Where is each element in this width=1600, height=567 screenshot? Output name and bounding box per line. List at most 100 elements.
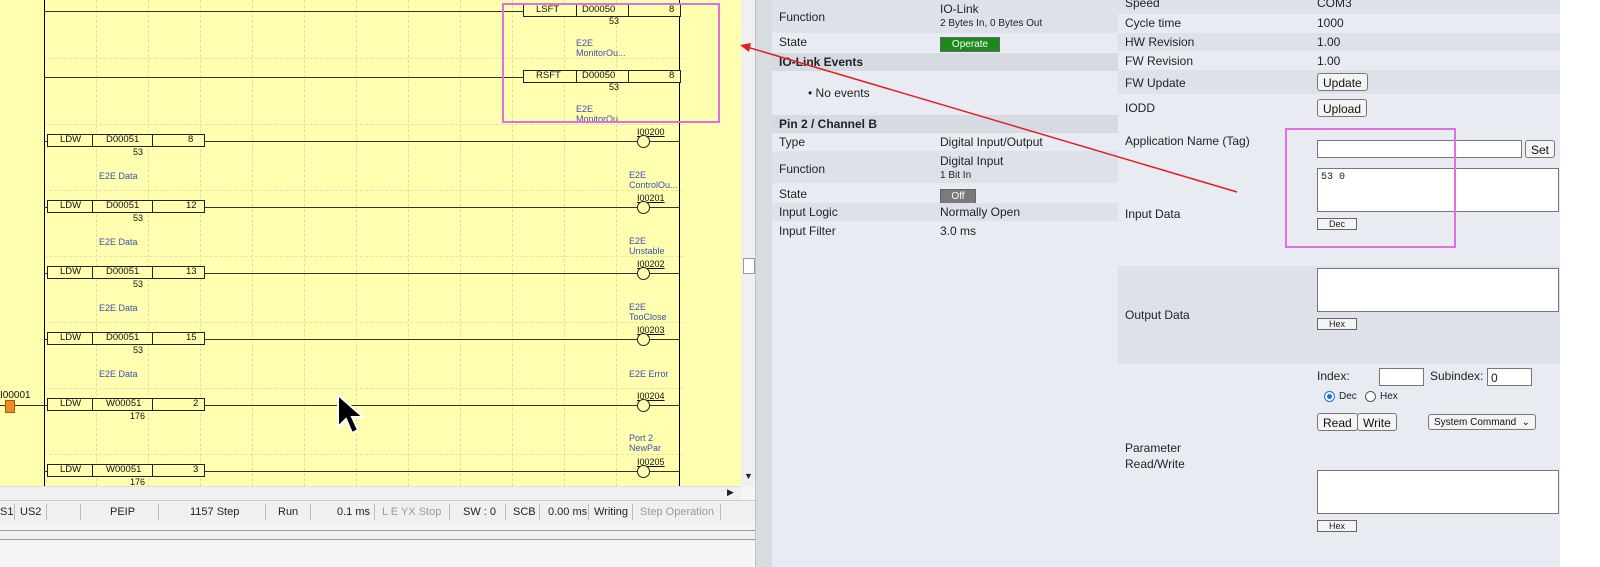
output-coil[interactable] xyxy=(637,399,650,412)
speed-label: Speed xyxy=(1125,0,1160,10)
ldw-instruction[interactable]: LDW D00051 8 xyxy=(47,134,205,147)
type-label: Type xyxy=(779,135,806,149)
ladder-canvas[interactable]: LSFT D00050 8 53 E2E MonitorOu... RSFT D… xyxy=(0,0,755,486)
input-filter-label: Input Filter xyxy=(779,224,836,238)
system-command-select[interactable]: System Command ⌄ xyxy=(1428,414,1536,430)
status-us2: US2 xyxy=(20,506,42,518)
output-coil[interactable] xyxy=(637,333,650,346)
hex-radio-label: Hex xyxy=(1380,391,1398,402)
status-scb: SCB xyxy=(513,506,536,518)
cycle-time-label: Cycle time xyxy=(1125,16,1182,30)
scroll-down-icon[interactable]: ▼ xyxy=(744,471,753,481)
coil-comment: TooClose xyxy=(629,312,667,322)
function-label: Function xyxy=(779,162,826,176)
index-label: Index: xyxy=(1317,369,1350,383)
instruction-sub-value: 53 xyxy=(133,345,144,355)
pin2-channel-b-header: Pin 2 / Channel B xyxy=(772,115,1118,133)
dec-radio[interactable] xyxy=(1324,391,1335,402)
status-s1: S1 xyxy=(0,506,14,518)
ldw-instruction[interactable]: LDW D00051 15 xyxy=(47,332,205,345)
page-margin xyxy=(1560,0,1600,567)
scroll-right-icon[interactable]: ▶ xyxy=(727,487,734,498)
coil-comment: NewPar xyxy=(629,443,662,453)
ldw-instruction[interactable]: LDW D00051 13 xyxy=(47,266,205,279)
vertical-scrollbar[interactable]: ▼ xyxy=(741,0,755,486)
status-writing: Writing xyxy=(594,506,629,518)
ldw-instruction[interactable]: LDW W00051 2 xyxy=(47,398,205,411)
rung-comment: E2E Data xyxy=(99,237,138,247)
status-run: Run xyxy=(278,506,299,518)
status-time: 0.00 ms xyxy=(548,506,588,518)
coil-comment: E2E xyxy=(629,236,647,246)
coil-comment: Port 2 xyxy=(629,433,654,443)
status-sw: SW : 0 xyxy=(463,506,497,518)
rung-comment: E2E Data xyxy=(99,171,138,181)
state-label: State xyxy=(779,187,808,201)
status-scan-time: 0.1 ms xyxy=(337,506,371,518)
function-value: IO-Link xyxy=(940,2,979,16)
cycle-time-value: 1000 xyxy=(1317,16,1344,30)
window-splitter[interactable] xyxy=(755,0,772,567)
status-bar: S1 US2 PEIP 1157 Step Run 0.1 ms L E YX … xyxy=(0,500,755,523)
hw-revision-label: HW Revision xyxy=(1125,35,1195,49)
output-data-field[interactable] xyxy=(1317,268,1559,312)
subindex-input[interactable]: 0 xyxy=(1487,368,1532,386)
parameter-data-field[interactable] xyxy=(1317,470,1559,514)
chevron-down-icon: ⌄ xyxy=(1521,417,1530,428)
set-button[interactable]: Set xyxy=(1525,140,1556,158)
parameter-format-button[interactable]: Hex xyxy=(1317,520,1357,532)
state-label: State xyxy=(779,35,808,49)
fw-revision-label: FW Revision xyxy=(1125,54,1194,68)
ldw-instruction[interactable]: LDW D00051 12 xyxy=(47,200,205,213)
index-input[interactable] xyxy=(1379,368,1424,386)
function-sub: 2 Bytes In, 0 Bytes Out xyxy=(940,18,1043,29)
hex-radio[interactable] xyxy=(1365,391,1376,402)
ldw-instruction[interactable]: LDW W00051 3 xyxy=(47,464,205,477)
instruction-sub-value: 53 xyxy=(133,279,144,289)
events-list-item: • No events xyxy=(808,86,870,100)
horizontal-scrollbar[interactable]: ▶ xyxy=(0,486,741,501)
function-sub: 1 Bit In xyxy=(940,170,972,181)
dec-radio-label: Dec xyxy=(1339,391,1357,402)
status-flags: L E YX Stop xyxy=(382,506,442,518)
highlight-box-shift-instructions xyxy=(502,3,720,123)
read-write-label: Read/Write xyxy=(1125,457,1185,471)
input-logic-label: Input Logic xyxy=(779,205,838,219)
output-coil[interactable] xyxy=(637,201,650,214)
iodd-label: IODD xyxy=(1125,101,1155,115)
status-step-operation: Step Operation xyxy=(640,506,714,518)
write-button[interactable]: Write xyxy=(1357,413,1397,431)
coil-comment: E2E xyxy=(629,302,647,312)
upload-button[interactable]: Upload xyxy=(1317,99,1368,117)
active-contact[interactable] xyxy=(5,400,15,413)
mouse-pointer-icon xyxy=(337,393,366,435)
function-value: Digital Input xyxy=(940,154,1004,168)
instruction-sub-value: 176 xyxy=(130,411,146,421)
output-coil[interactable] xyxy=(637,465,650,478)
instruction-sub-value: 53 xyxy=(133,213,144,223)
rung-comment: E2E Data xyxy=(99,303,138,313)
input-filter-value: 3.0 ms xyxy=(940,224,977,238)
state-badge-operate: Operate xyxy=(940,37,1000,52)
state-badge-off: Off xyxy=(940,189,976,204)
instruction-sub-value: 176 xyxy=(130,477,146,486)
io-link-events-header: IO-Link Events xyxy=(772,53,1118,71)
output-coil[interactable] xyxy=(637,135,650,148)
coil-comment: ControlOu... xyxy=(629,180,678,190)
fw-update-label: FW Update xyxy=(1125,76,1186,90)
read-button[interactable]: Read xyxy=(1317,413,1358,431)
input-logic-value: Normally Open xyxy=(940,205,1021,219)
parameter-label: Parameter xyxy=(1125,441,1182,455)
status-mode: PEIP xyxy=(110,506,136,518)
fw-revision-value: 1.00 xyxy=(1317,54,1341,68)
output-data-label: Output Data xyxy=(1125,308,1190,322)
status-steps: 1157 Step xyxy=(190,506,240,518)
update-button[interactable]: Update xyxy=(1317,73,1368,91)
scrollbar-thumb[interactable] xyxy=(743,258,755,274)
input-data-label: Input Data xyxy=(1125,207,1181,221)
type-value: Digital Input/Output xyxy=(940,135,1043,149)
instruction-sub-value: 53 xyxy=(133,147,144,157)
hw-revision-value: 1.00 xyxy=(1317,35,1341,49)
output-coil[interactable] xyxy=(637,267,650,280)
output-format-button[interactable]: Hex xyxy=(1317,318,1357,330)
